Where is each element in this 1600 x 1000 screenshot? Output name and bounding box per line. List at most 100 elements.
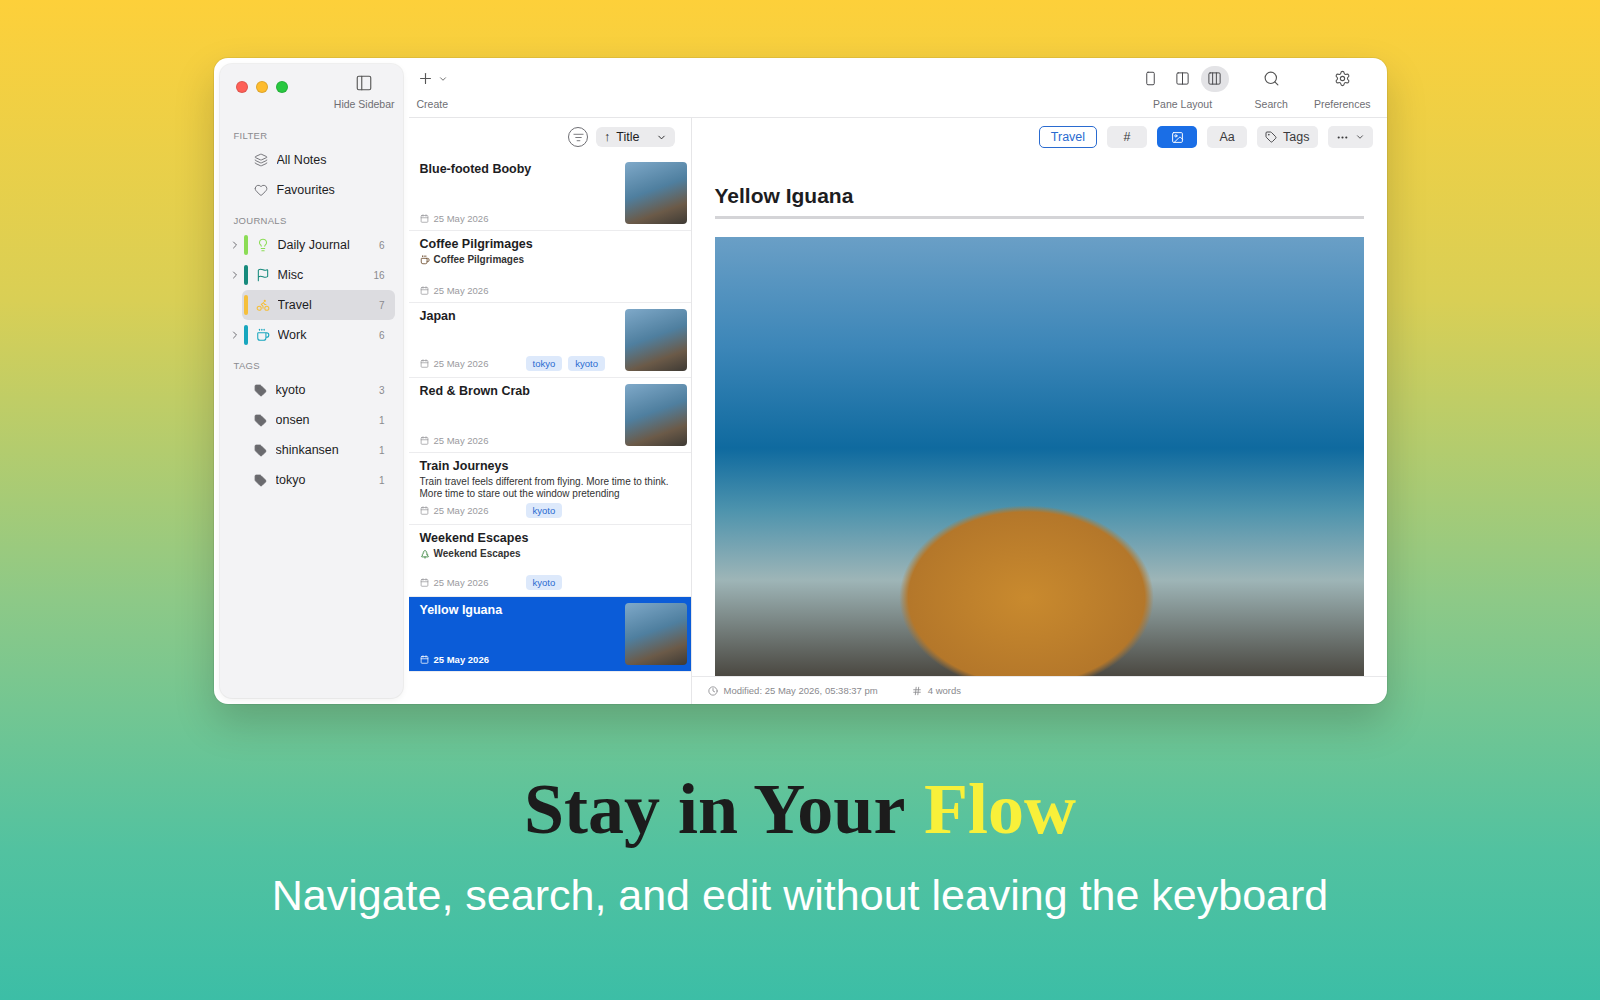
three-pane-icon [1207, 71, 1222, 86]
tag-item[interactable]: onsen1 [228, 405, 395, 435]
note-date-text: 25 May 2026 [434, 654, 489, 665]
create-button[interactable]: Create [417, 66, 449, 110]
pane-option[interactable] [1169, 66, 1197, 92]
hash-icon [912, 686, 922, 696]
note-heading[interactable]: Yellow Iguana [715, 184, 1364, 208]
journal-icon [256, 328, 270, 342]
chevron-down-icon [656, 132, 667, 143]
chevron-down-icon [438, 74, 448, 84]
journal-item[interactable]: Travel7 [228, 290, 395, 320]
tag-pill[interactable]: kyoto [526, 575, 563, 590]
minimize-button[interactable] [256, 81, 268, 93]
word-count-text: 4 words [928, 685, 961, 696]
note-row[interactable]: Train JourneysTrain travel feels differe… [409, 453, 691, 525]
note-photo [715, 237, 1364, 676]
note-text: Red & Brown Crab25 May 2026 [420, 384, 617, 446]
journal-body[interactable]: Travel7 [242, 290, 395, 320]
chevron-right-icon[interactable] [229, 329, 241, 341]
note-row[interactable]: Red & Brown Crab25 May 2026 [409, 378, 691, 453]
main: Create Pane Layout Search Preferences ↑Title… [409, 58, 1387, 704]
word-count: 4 words [912, 685, 961, 696]
tag-pill[interactable]: kyoto [568, 356, 605, 371]
tags-button[interactable]: Tags [1257, 126, 1317, 148]
heart-icon [254, 183, 268, 197]
note-text: Train JourneysTrain travel feels differe… [420, 459, 687, 518]
calendar-icon [420, 286, 429, 295]
image-toggle[interactable] [1157, 126, 1197, 148]
hide-sidebar-button[interactable]: Hide Sidebar [334, 74, 395, 110]
coffee-icon [420, 255, 430, 265]
pane-option[interactable] [1137, 66, 1165, 92]
note-meta: 25 May 2026 [420, 435, 617, 446]
tag-pill[interactable]: tokyo [526, 356, 563, 371]
calendar-icon [420, 359, 429, 368]
single-pane-icon [1143, 71, 1158, 86]
chevron-down-icon [1355, 132, 1365, 142]
note-text: Yellow Iguana25 May 2026 [420, 603, 617, 665]
tag-item[interactable]: shinkansen1 [228, 435, 395, 465]
note-title: Japan [420, 309, 617, 323]
note-text: Blue-footed Booby25 May 2026 [420, 162, 617, 224]
journal-icon [256, 298, 270, 312]
note-row[interactable]: Coffee PilgrimagesCoffee Pilgrimages25 M… [409, 231, 691, 303]
journal-item[interactable]: Daily Journal6 [228, 230, 395, 260]
tag-item[interactable]: tokyo1 [228, 465, 395, 495]
journal-item[interactable]: Misc16 [228, 260, 395, 290]
note-title: Weekend Escapes [420, 531, 687, 545]
note-row[interactable]: Japan25 May 2026tokyokyoto [409, 303, 691, 378]
filter-item[interactable]: Favourites [228, 175, 395, 205]
note-text: Weekend Escapes Weekend Escapes 25 May 202… [420, 531, 687, 590]
list-header: ↑Title [409, 118, 691, 156]
journal-color-bar [244, 235, 248, 255]
heading-rule [715, 216, 1364, 219]
filter-item[interactable]: All Notes [228, 145, 395, 175]
note-row[interactable]: Yellow Iguana25 May 2026 [409, 597, 691, 672]
journal-body[interactable]: Work6 [242, 320, 395, 350]
chevron-right-icon[interactable] [229, 269, 241, 281]
journal-color-bar [244, 265, 248, 285]
note-date-text: 25 May 2026 [434, 505, 489, 516]
journal-body[interactable]: Misc16 [242, 260, 395, 290]
filter-icon [573, 132, 584, 143]
note-meta: 25 May 2026 [420, 285, 687, 296]
pane-layout: Pane Layout [1137, 66, 1229, 110]
note-row[interactable]: Blue-footed Booby25 May 2026 [409, 156, 691, 231]
zoom-button[interactable] [276, 81, 288, 93]
preferences-label: Preferences [1314, 98, 1371, 110]
search-icon-row [1263, 66, 1280, 92]
tag-item[interactable]: kyoto3 [228, 375, 395, 405]
sidebar-top: Hide Sidebar [228, 64, 395, 120]
chevron-slot [228, 239, 242, 251]
note-thumbnail [625, 603, 687, 665]
chevron-right-icon[interactable] [229, 239, 241, 251]
journal-chip[interactable]: Travel [1039, 126, 1097, 148]
note-date: 25 May 2026 [420, 577, 526, 588]
tag-pill[interactable]: kyoto [526, 503, 563, 518]
pane-options [1137, 66, 1229, 92]
note-list: ↑Title Blue-footed Booby25 May 2026 Coffee… [409, 118, 692, 704]
preferences-button[interactable]: Preferences [1314, 66, 1371, 110]
pane-option[interactable] [1201, 66, 1229, 92]
filter-button[interactable] [568, 127, 588, 147]
close-button[interactable] [236, 81, 248, 93]
journal-color-bar [244, 295, 248, 315]
note-date: 25 May 2026 [420, 285, 526, 296]
format-toggle[interactable]: Aa [1207, 126, 1247, 148]
more-menu[interactable] [1328, 126, 1373, 148]
sort-button[interactable]: ↑Title [596, 127, 674, 147]
format-toggle[interactable]: # [1107, 126, 1147, 148]
create-icons [417, 66, 448, 92]
journal-item[interactable]: Work6 [228, 320, 395, 350]
tag-icon [254, 384, 267, 397]
chevron-slot [228, 269, 242, 281]
clock-icon [708, 686, 718, 696]
note-row[interactable]: Weekend Escapes Weekend Escapes 25 May 202… [409, 525, 691, 597]
note-date-text: 25 May 2026 [434, 435, 489, 446]
note-subtitle-text: Weekend Escapes [434, 548, 521, 559]
tree-icon [420, 549, 430, 559]
layers-icon [254, 153, 268, 167]
journal-body[interactable]: Daily Journal6 [242, 230, 395, 260]
tag-count: 1 [379, 415, 385, 426]
search-button[interactable]: Search [1255, 66, 1288, 110]
editor-toolbar: Travel # Aa Tags [692, 118, 1387, 156]
